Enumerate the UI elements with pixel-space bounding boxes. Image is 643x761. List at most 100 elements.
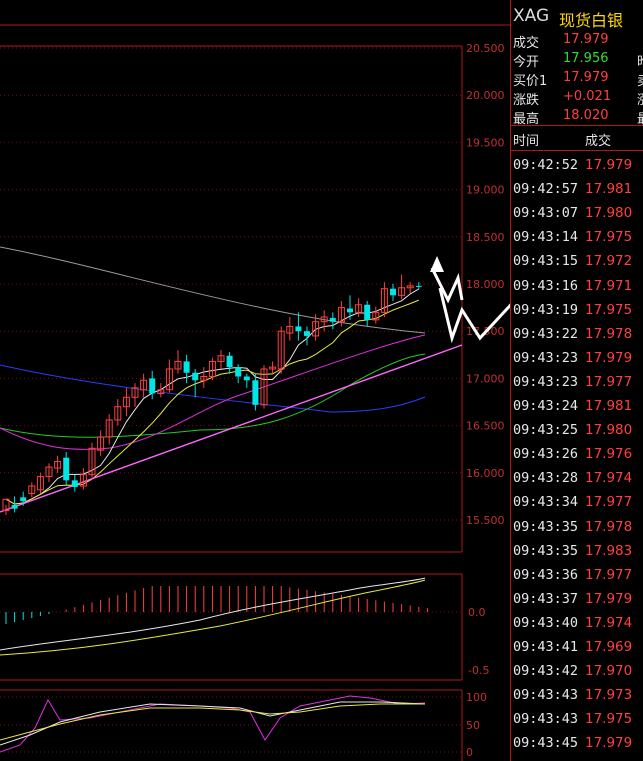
tick-row: 09:43:19 17.975 bbox=[511, 299, 643, 323]
quote-label: 今开 bbox=[513, 55, 540, 70]
candle-body-down bbox=[192, 372, 199, 381]
tick-time: 09:43:24 bbox=[513, 398, 579, 414]
price-axis-label: 19.500 bbox=[466, 136, 505, 149]
tick-row: 09:43:24 17.981 bbox=[511, 395, 643, 419]
tick-time: 09:43:40 bbox=[513, 614, 579, 631]
tick-row: 09:43:35 17.978 bbox=[511, 516, 643, 540]
tick-time: 09:43:41 bbox=[513, 639, 579, 655]
quote-row: 涨跌 +0.021 涨 bbox=[511, 88, 643, 108]
tick-time: 09:43:34 bbox=[513, 494, 579, 511]
tick-time: 09:43:35 bbox=[513, 542, 579, 559]
candle-body-down bbox=[364, 304, 371, 320]
quote-label: 涨跌 bbox=[513, 93, 540, 108]
tick-row: 09:43:15 17.972 bbox=[511, 250, 643, 274]
price-axis-label: 18.000 bbox=[466, 278, 505, 291]
candle-body-down bbox=[304, 331, 310, 336]
price-axis-label: 16.500 bbox=[466, 420, 505, 433]
tick-time: 09:43:07 bbox=[513, 205, 579, 222]
tick-price: 17.980 bbox=[585, 205, 633, 222]
tick-price: 17.970 bbox=[585, 663, 633, 680]
chart-canvas[interactable]: 20.50020.00019.50019.00018.50018.00017.5… bbox=[0, 0, 510, 761]
tick-price: 17.977 bbox=[585, 494, 633, 511]
tick-price: 17.975 bbox=[585, 301, 633, 318]
tick-time: 09:43:45 bbox=[513, 735, 579, 752]
tick-row: 09:43:35 17.983 bbox=[511, 540, 643, 564]
quote-label: 成交 bbox=[513, 36, 540, 51]
tick-price: 17.978 bbox=[585, 325, 633, 342]
tick-price: 17.972 bbox=[585, 253, 633, 270]
quote-value: 17.979 bbox=[563, 70, 609, 85]
macd-axis-label: 0.0 bbox=[468, 606, 486, 619]
tick-time: 09:43:19 bbox=[513, 301, 579, 318]
tick-price: 17.974 bbox=[585, 470, 633, 487]
tick-row: 09:43:23 17.977 bbox=[511, 371, 643, 395]
candle-body-down bbox=[183, 361, 190, 373]
candle-body-down bbox=[149, 378, 156, 394]
tick-time: 09:43:15 bbox=[513, 253, 579, 270]
ma-gray-line bbox=[0, 246, 426, 334]
quote-row: 成交 17.979 bbox=[511, 31, 643, 51]
tick-time: 09:43:23 bbox=[513, 349, 579, 366]
tick-price: 17.977 bbox=[585, 373, 633, 390]
tick-price: 17.979 bbox=[585, 590, 633, 607]
kline-chart[interactable]: 20.500 20.000 19.500 19.000 18.500 18.000 17.5… bbox=[0, 0, 510, 761]
tick-price: 17.979 bbox=[585, 157, 633, 173]
tick-price: 17.981 bbox=[585, 398, 633, 414]
tick-price: 17.974 bbox=[585, 614, 633, 631]
price-axis-label: 19.000 bbox=[466, 184, 505, 197]
quote-value: 18.020 bbox=[563, 108, 609, 123]
tick-row: 09:43:22 17.978 bbox=[511, 323, 643, 347]
candle-body-down bbox=[329, 317, 336, 322]
price-axis-label: 16.000 bbox=[466, 467, 505, 480]
tick-price: 17.969 bbox=[585, 639, 633, 655]
tick-row: 09:43:45 17.979 bbox=[511, 732, 643, 756]
candle-body-down bbox=[63, 457, 70, 481]
quote-label-truncated: 昨 bbox=[637, 51, 643, 70]
tick-time: 09:43:43 bbox=[513, 711, 579, 728]
tick-row: 09:43:36 17.977 bbox=[511, 564, 643, 588]
tick-header-time: 时间 bbox=[513, 134, 540, 149]
tick-price: 17.983 bbox=[585, 542, 633, 559]
quote-row: 今开 17.956 昨 bbox=[511, 50, 643, 70]
price-axis-label: 20.500 bbox=[466, 42, 505, 55]
tick-row: 09:43:41 17.969 bbox=[511, 636, 643, 660]
quote-header: XAG 现货白银 bbox=[511, 4, 643, 30]
tick-price: 17.979 bbox=[585, 349, 633, 366]
trend-line bbox=[0, 344, 463, 513]
tick-row: 09:43:43 17.975 bbox=[511, 708, 643, 732]
tick-price: 17.978 bbox=[585, 518, 633, 535]
tick-time: 09:43:22 bbox=[513, 325, 579, 342]
tick-price: 17.975 bbox=[585, 229, 633, 246]
tick-row: 09:43:07 17.980 bbox=[511, 202, 643, 226]
quote-label-truncated: 涨 bbox=[637, 89, 643, 108]
tick-time: 09:43:14 bbox=[513, 229, 579, 246]
tick-price: 17.981 bbox=[585, 181, 633, 198]
price-axis-label: 17.000 bbox=[466, 372, 505, 385]
tick-price: 17.976 bbox=[585, 446, 633, 463]
kdj-d-line bbox=[0, 703, 425, 741]
tick-price: 17.980 bbox=[585, 422, 633, 439]
candle-body-down bbox=[295, 326, 302, 332]
tick-row: 09:42:57 17.981 bbox=[511, 178, 643, 202]
kdj-j-line bbox=[0, 695, 426, 753]
quote-label: 买价1 bbox=[513, 74, 548, 89]
tick-row: 09:43:28 17.974 bbox=[511, 467, 643, 491]
price-axis-label: 15.500 bbox=[466, 514, 505, 527]
tick-row: 09:43:16 17.971 bbox=[511, 275, 643, 299]
tick-time: 09:43:43 bbox=[513, 687, 579, 704]
candle-body-down bbox=[347, 308, 353, 313]
symbol-name: 现货白银 bbox=[559, 11, 624, 30]
candle-body-down bbox=[235, 367, 242, 377]
tick-time: 09:43:23 bbox=[513, 373, 579, 390]
tick-time: 09:43:36 bbox=[513, 566, 579, 583]
tick-time: 09:43:37 bbox=[513, 590, 579, 607]
tick-header-price: 成交 bbox=[585, 134, 612, 149]
candle-body-down bbox=[252, 380, 259, 405]
quote-value: 17.956 bbox=[563, 51, 609, 66]
candle-body-down bbox=[243, 376, 250, 381]
candle-body-down bbox=[226, 355, 233, 368]
candle-body-down bbox=[390, 288, 396, 296]
symbol-code: XAG bbox=[513, 6, 550, 26]
tick-row: 09:43:37 17.979 bbox=[511, 588, 643, 612]
tick-row: 09:43:26 17.976 bbox=[511, 443, 643, 467]
